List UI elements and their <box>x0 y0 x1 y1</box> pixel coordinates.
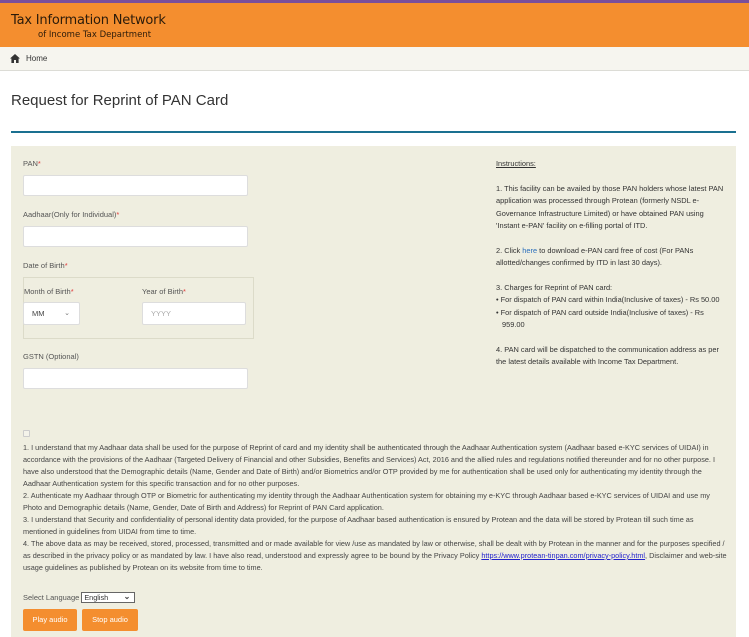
gstn-label: GSTN (Optional) <box>23 352 79 361</box>
consent-checkbox[interactable] <box>23 430 30 437</box>
stop-audio-button[interactable]: Stop audio <box>82 609 138 631</box>
consent-para-2: 2. Authenticate my Aadhaar through OTP o… <box>23 491 710 512</box>
play-audio-button[interactable]: Play audio <box>23 609 77 631</box>
breadcrumb-home-link[interactable]: Home <box>26 54 47 63</box>
language-select[interactable]: English ⌄ <box>81 592 136 603</box>
pan-label: PAN* <box>23 159 41 168</box>
privacy-policy-link[interactable]: https://www.protean-tinpan.com/privacy-p… <box>481 551 645 560</box>
instruction-item-3-bullet-1: • For dispatch of PAN card within India(… <box>496 295 720 305</box>
page-title: Request for Reprint of PAN Card <box>11 92 229 109</box>
consent-para-1: 1. I understand that my Aadhaar data sha… <box>23 443 716 488</box>
form-panel: PAN* Aadhaar(Only for Individual)* Date … <box>11 146 736 637</box>
pan-input[interactable] <box>23 175 248 196</box>
year-label: Year of Birth* <box>142 287 186 296</box>
instruction-item-3-bullet-2: • For dispatch of PAN card outside India… <box>496 307 704 330</box>
site-subtitle: of Income Tax Department <box>38 30 152 40</box>
chevron-down-icon: ⌄ <box>123 592 131 601</box>
month-select-value: MM <box>32 309 45 318</box>
instruction-item-1: 1. This facility can be availed by those… <box>496 183 724 231</box>
dob-label: Date of Birth* <box>23 261 68 270</box>
language-select-value: English <box>84 593 109 602</box>
site-header: Tax Information Network of Income Tax De… <box>0 3 749 47</box>
site-title: Tax Information Network <box>11 13 166 28</box>
month-label: Month of Birth* <box>24 287 74 296</box>
instructions-panel: Instructions: 1. This facility can be av… <box>496 158 726 381</box>
language-label: Select Language <box>23 593 80 602</box>
consent-text: 1. I understand that my Aadhaar data sha… <box>23 442 728 574</box>
consent-para-3: 3. I understand that Security and confid… <box>23 515 694 536</box>
instruction-item-3-heading: 3. Charges for Reprint of PAN card: <box>496 283 613 293</box>
aadhaar-label: Aadhaar(Only for Individual)* <box>23 210 120 219</box>
chevron-down-icon: ⌄ <box>64 310 70 317</box>
year-input[interactable]: YYYY <box>142 302 246 325</box>
instruction-item-4: 4. PAN card will be dispatched to the co… <box>496 345 719 367</box>
home-icon[interactable] <box>10 54 20 63</box>
consent-para-4: 4. The above data as may be received, st… <box>23 539 727 572</box>
breadcrumb: Home <box>0 47 749 71</box>
aadhaar-input[interactable] <box>23 226 248 247</box>
instruction-item-2: 2. Click here to download e-PAN card fre… <box>496 245 694 268</box>
gstn-input[interactable] <box>23 368 248 389</box>
title-divider <box>11 131 736 133</box>
instructions-heading: Instructions: <box>496 159 536 168</box>
month-select[interactable]: MM ⌄ <box>23 302 80 325</box>
download-epan-link[interactable]: here <box>522 246 537 255</box>
language-row: Select Language English ⌄ <box>23 592 136 603</box>
